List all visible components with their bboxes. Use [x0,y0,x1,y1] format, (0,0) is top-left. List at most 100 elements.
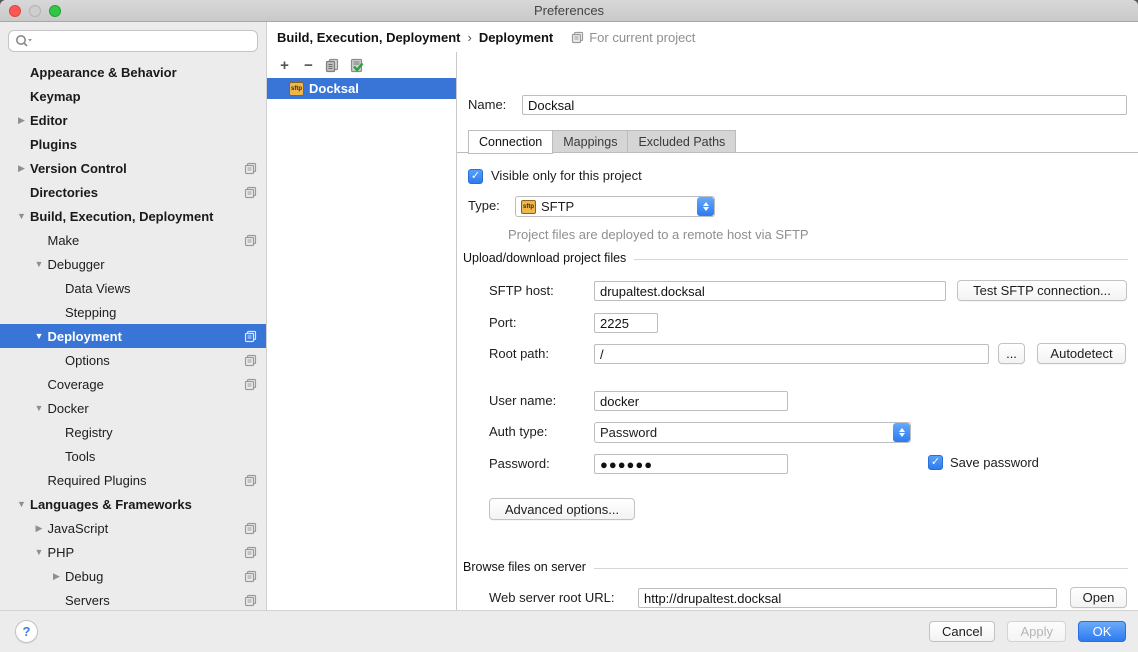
chevron-down-icon[interactable]: ▼ [13,211,30,221]
sidebar-item-label: Coverage [48,377,104,392]
type-hint: Project files are deployed to a remote h… [508,227,809,242]
sidebar-item-make[interactable]: Make [0,228,266,252]
cancel-button[interactable]: Cancel [929,621,995,642]
zoom-window-button[interactable] [49,5,61,17]
remove-server-button[interactable]: − [300,57,317,74]
port-input[interactable] [594,313,658,333]
open-url-button[interactable]: Open [1070,587,1127,608]
sidebar-item-directories[interactable]: Directories [0,180,266,204]
server-items: sftp Docksal [267,78,456,99]
tab-divider [457,152,1138,153]
sftp-host-label: SFTP host: [489,281,554,301]
advanced-options-button[interactable]: Advanced options... [489,498,635,520]
use-as-default-icon[interactable] [348,57,365,74]
root-path-label: Root path: [489,344,549,364]
project-scope-icon [244,162,257,175]
sidebar-item-label: Make [48,233,80,248]
sidebar-item-label: Directories [30,185,98,200]
sidebar-item-data-views[interactable]: Data Views [0,276,266,300]
sidebar-item-tools[interactable]: Tools [0,444,266,468]
sftp-icon: sftp [289,82,304,96]
chevron-down-icon[interactable]: ▼ [31,403,48,413]
auth-type-select[interactable]: Password [594,422,911,443]
sidebar-item-stepping[interactable]: Stepping [0,300,266,324]
window-title: Preferences [534,3,604,18]
breadcrumb-parent[interactable]: Build, Execution, Deployment [277,30,460,45]
upload-section-title: Upload/download project files [463,251,626,265]
test-sftp-connection-button[interactable]: Test SFTP connection... [957,280,1127,301]
sidebar-item-editor[interactable]: ▶Editor [0,108,266,132]
browse-root-path-button[interactable]: ... [998,343,1025,364]
user-name-input[interactable] [594,391,788,411]
user-name-label: User name: [489,391,556,411]
help-button[interactable]: ? [15,620,38,643]
password-input[interactable] [594,454,788,474]
sidebar-item-plugins[interactable]: Plugins [0,132,266,156]
search-icon [15,33,33,49]
chevron-right-icon[interactable]: ▶ [31,523,48,534]
copy-server-icon[interactable] [324,57,341,74]
sidebar-item-build-execution-deployment[interactable]: ▼Build, Execution, Deployment [0,204,266,228]
content-area: Build, Execution, Deployment › Deploymen… [267,22,1138,610]
sidebar-item-keymap[interactable]: Keymap [0,84,266,108]
chevron-down-icon[interactable]: ▼ [31,331,48,341]
server-item-docksal[interactable]: sftp Docksal [267,78,456,99]
sidebar-item-deployment[interactable]: ▼Deployment [0,324,266,348]
sidebar-item-appearance-behavior[interactable]: Appearance & Behavior [0,60,266,84]
root-path-input[interactable] [594,344,989,364]
search-input[interactable] [8,30,258,52]
tab-excluded-paths[interactable]: Excluded Paths [627,130,736,153]
upload-section-header: Upload/download project files [463,251,1128,265]
sidebar-item-required-plugins[interactable]: Required Plugins [0,468,266,492]
tab-mappings[interactable]: Mappings [552,130,628,153]
sidebar-item-languages-frameworks[interactable]: ▼Languages & Frameworks [0,492,266,516]
sidebar-item-label: Deployment [48,329,122,344]
sidebar-item-options[interactable]: Options [0,348,266,372]
scope-indicator: For current project [571,30,695,45]
sidebar-item-label: Required Plugins [48,473,147,488]
sidebar-item-label: Keymap [30,89,81,104]
close-window-button[interactable] [9,5,21,17]
preferences-window: Preferences Appearance & BehaviorKeymap▶… [0,0,1138,652]
titlebar: Preferences [0,0,1138,22]
sidebar-item-debug[interactable]: ▶Debug [0,564,266,588]
visible-only-checkbox[interactable]: ✓ [468,169,483,184]
sidebar-item-servers[interactable]: Servers [0,588,266,610]
sidebar-item-label: Data Views [65,281,131,296]
chevron-down-icon[interactable]: ▼ [31,259,48,269]
project-scope-icon [244,522,257,535]
sidebar-item-coverage[interactable]: Coverage [0,372,266,396]
sidebar-item-php[interactable]: ▼PHP [0,540,266,564]
project-scope-icon [244,570,257,583]
sidebar-item-label: Editor [30,113,68,128]
sidebar-item-docker[interactable]: ▼Docker [0,396,266,420]
browse-section-title: Browse files on server [463,560,586,574]
sidebar-item-debugger[interactable]: ▼Debugger [0,252,266,276]
sidebar-item-version-control[interactable]: ▶Version Control [0,156,266,180]
tab-connection[interactable]: Connection [468,130,553,154]
chevron-down-icon[interactable]: ▼ [31,547,48,557]
settings-sidebar: Appearance & BehaviorKeymap▶EditorPlugin… [0,22,267,610]
type-label: Type: [468,196,500,216]
save-password-checkbox[interactable]: ✓ [928,455,943,470]
server-item-label: Docksal [309,81,359,96]
chevron-down-icon[interactable]: ▼ [13,499,30,509]
sidebar-item-javascript[interactable]: ▶JavaScript [0,516,266,540]
sidebar-item-registry[interactable]: Registry [0,420,266,444]
autodetect-button[interactable]: Autodetect [1037,343,1126,364]
name-input[interactable] [522,95,1127,115]
sftp-host-input[interactable] [594,281,946,301]
project-scope-icon [244,474,257,487]
add-server-button[interactable]: + [276,57,293,74]
chevron-right-icon[interactable]: ▶ [48,571,65,582]
project-scope-icon [244,186,257,199]
chevron-right-icon[interactable]: ▶ [13,115,30,126]
ok-button[interactable]: OK [1078,621,1126,642]
type-select[interactable]: sftp SFTP [515,196,715,217]
apply-button: Apply [1007,621,1066,642]
chevron-right-icon[interactable]: ▶ [13,163,30,174]
web-root-input[interactable] [638,588,1057,608]
project-scope-icon [571,31,584,44]
sidebar-item-label: Debugger [48,257,105,272]
sidebar-item-label: Options [65,353,110,368]
